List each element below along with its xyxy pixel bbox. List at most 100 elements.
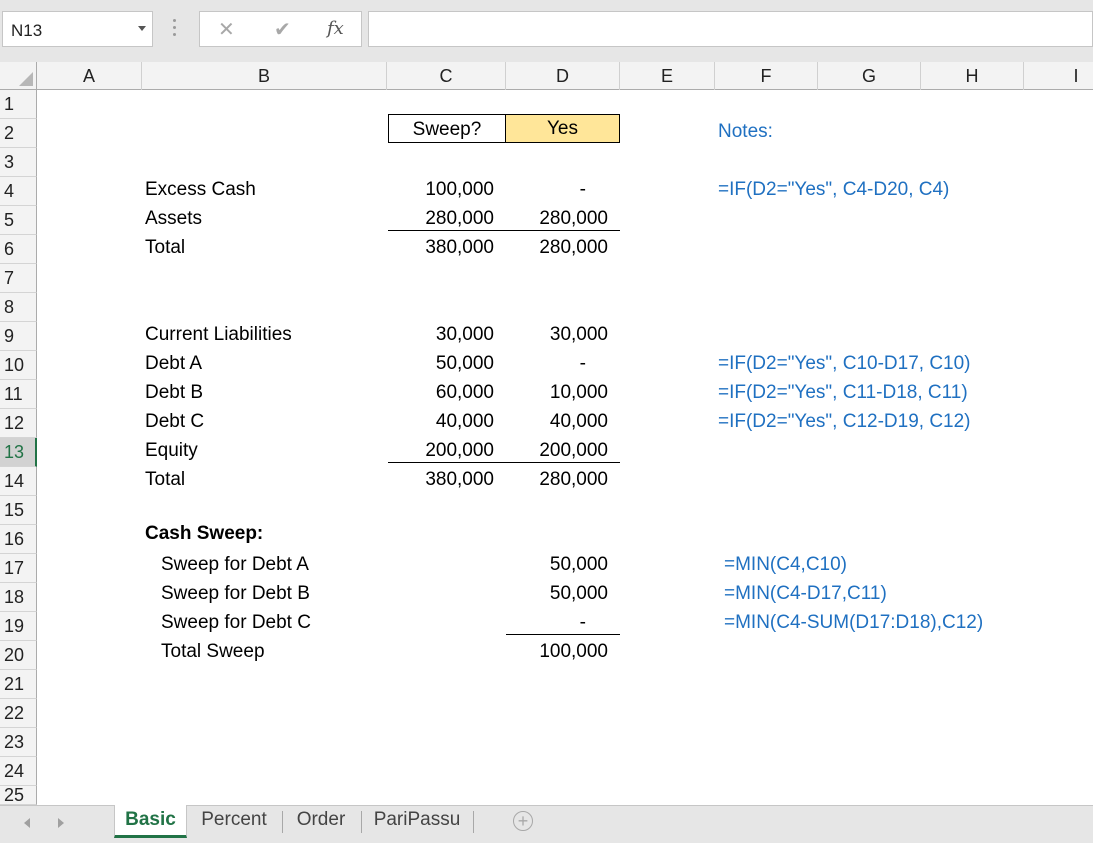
- select-all-icon: [19, 72, 33, 86]
- sweep-underline: [506, 634, 620, 635]
- column-header-i[interactable]: I: [1024, 62, 1093, 90]
- scroll-tabs-left-icon[interactable]: [24, 818, 30, 828]
- debt-a-label[interactable]: Debt A: [145, 349, 202, 378]
- sweep-a-d[interactable]: 50,000: [506, 550, 608, 579]
- row-header-9[interactable]: 9: [0, 322, 37, 351]
- debt-b-label[interactable]: Debt B: [145, 378, 203, 407]
- row-header-7[interactable]: 7: [0, 264, 37, 293]
- scroll-tabs-right-icon[interactable]: [58, 818, 64, 828]
- row-header-12[interactable]: 12: [0, 409, 37, 438]
- debt-c-c[interactable]: 40,000: [388, 407, 494, 436]
- tab-basic[interactable]: Basic: [114, 805, 187, 838]
- total-liab-c[interactable]: 380,000: [388, 465, 494, 494]
- equity-c[interactable]: 200,000: [388, 436, 494, 465]
- row-header-18[interactable]: 18: [0, 583, 37, 612]
- tab-percent[interactable]: Percent: [188, 805, 280, 835]
- column-header-g[interactable]: G: [818, 62, 921, 90]
- sweep-c-label[interactable]: Sweep for Debt C: [161, 608, 311, 637]
- debt-a-c[interactable]: 50,000: [388, 349, 494, 378]
- row-header-14[interactable]: 14: [0, 467, 37, 496]
- current-liabilities-d[interactable]: 30,000: [506, 320, 608, 349]
- row-header-2[interactable]: 2: [0, 119, 37, 148]
- column-header-b[interactable]: B: [142, 62, 387, 90]
- assets-label[interactable]: Assets: [145, 204, 202, 233]
- row-header-10[interactable]: 10: [0, 351, 37, 380]
- name-box-dropdown-icon[interactable]: [138, 26, 146, 31]
- row-header-1[interactable]: 1: [0, 90, 37, 119]
- row-header-5[interactable]: 5: [0, 206, 37, 235]
- row-header-25[interactable]: 25: [0, 786, 37, 805]
- debt-c-d[interactable]: 40,000: [506, 407, 608, 436]
- row-header-23[interactable]: 23: [0, 728, 37, 757]
- row-header-15[interactable]: 15: [0, 496, 37, 525]
- total-assets-d[interactable]: 280,000: [506, 233, 608, 262]
- total-liab-d[interactable]: 280,000: [506, 465, 608, 494]
- sweep-c-d[interactable]: -: [506, 608, 586, 637]
- formula-input[interactable]: [368, 11, 1093, 47]
- more-options-icon[interactable]: [173, 19, 177, 41]
- debt-b-c[interactable]: 60,000: [388, 378, 494, 407]
- cash-sweep-title[interactable]: Cash Sweep:: [145, 519, 263, 548]
- debt-a-note[interactable]: =IF(D2="Yes", C10-D17, C10): [718, 349, 971, 378]
- debt-c-label[interactable]: Debt C: [145, 407, 204, 436]
- tab-paripassu[interactable]: PariPassu: [362, 805, 472, 835]
- select-all-button[interactable]: [0, 62, 37, 90]
- row-header-20[interactable]: 20: [0, 641, 37, 670]
- total-sweep-label[interactable]: Total Sweep: [161, 637, 265, 666]
- row-header-16[interactable]: 16: [0, 525, 37, 554]
- current-liabilities-c[interactable]: 30,000: [388, 320, 494, 349]
- row-header-22[interactable]: 22: [0, 699, 37, 728]
- assets-c[interactable]: 280,000: [388, 204, 494, 233]
- sweep-c-note[interactable]: =MIN(C4-SUM(D17:D18),C12): [724, 608, 983, 637]
- assets-d[interactable]: 280,000: [506, 204, 608, 233]
- row-header-24[interactable]: 24: [0, 757, 37, 786]
- debt-b-d[interactable]: 10,000: [506, 378, 608, 407]
- excess-cash-note[interactable]: =IF(D2="Yes", C4-D20, C4): [718, 175, 949, 204]
- total-assets-c[interactable]: 380,000: [388, 233, 494, 262]
- debt-a-d[interactable]: -: [506, 349, 586, 378]
- excess-cash-d[interactable]: -: [506, 175, 586, 204]
- tab-order[interactable]: Order: [283, 805, 359, 835]
- equity-underline: [388, 462, 620, 463]
- insert-function-icon[interactable]: fx: [327, 18, 344, 39]
- debt-b-note[interactable]: =IF(D2="Yes", C11-D18, C11): [718, 378, 968, 407]
- row-header-19[interactable]: 19: [0, 612, 37, 641]
- sweep-label-cell[interactable]: Sweep?: [388, 114, 506, 143]
- column-header-h[interactable]: H: [921, 62, 1024, 90]
- row-header-4[interactable]: 4: [0, 177, 37, 206]
- sweep-b-label[interactable]: Sweep for Debt B: [161, 579, 310, 608]
- add-sheet-icon[interactable]: +: [513, 811, 533, 831]
- row-header-21[interactable]: 21: [0, 670, 37, 699]
- column-header-c[interactable]: C: [387, 62, 506, 90]
- row-header-3[interactable]: 3: [0, 148, 37, 177]
- column-header-f[interactable]: F: [715, 62, 818, 90]
- equity-d[interactable]: 200,000: [506, 436, 608, 465]
- row-header-6[interactable]: 6: [0, 235, 37, 264]
- row-header-17[interactable]: 17: [0, 554, 37, 583]
- current-liabilities-label[interactable]: Current Liabilities: [145, 320, 292, 349]
- sweep-b-note[interactable]: =MIN(C4-D17,C11): [724, 579, 887, 608]
- sweep-a-label[interactable]: Sweep for Debt A: [161, 550, 309, 579]
- formula-bar: N13 ✕ ✔ fx: [0, 0, 1093, 62]
- row-header-11[interactable]: 11: [0, 380, 37, 409]
- tab-separator: [473, 811, 474, 833]
- equity-label[interactable]: Equity: [145, 436, 198, 465]
- column-header-d[interactable]: D: [506, 62, 620, 90]
- notes-title[interactable]: Notes:: [718, 117, 773, 146]
- row-header-13[interactable]: 13: [0, 438, 37, 467]
- excess-cash-label[interactable]: Excess Cash: [145, 175, 256, 204]
- debt-c-note[interactable]: =IF(D2="Yes", C12-D19, C12): [718, 407, 971, 436]
- column-header-e[interactable]: E: [620, 62, 715, 90]
- row-header-8[interactable]: 8: [0, 293, 37, 322]
- total-liab-label[interactable]: Total: [145, 465, 185, 494]
- sweep-a-note[interactable]: =MIN(C4,C10): [724, 550, 847, 579]
- excess-cash-c[interactable]: 100,000: [388, 175, 494, 204]
- enter-icon[interactable]: ✔: [274, 17, 291, 42]
- sweep-value-cell[interactable]: Yes: [505, 114, 620, 143]
- total-sweep-d[interactable]: 100,000: [506, 637, 608, 666]
- sweep-b-d[interactable]: 50,000: [506, 579, 608, 608]
- column-header-a[interactable]: A: [37, 62, 142, 90]
- cancel-icon[interactable]: ✕: [218, 17, 235, 42]
- name-box[interactable]: N13: [2, 11, 153, 47]
- total-assets-label[interactable]: Total: [145, 233, 185, 262]
